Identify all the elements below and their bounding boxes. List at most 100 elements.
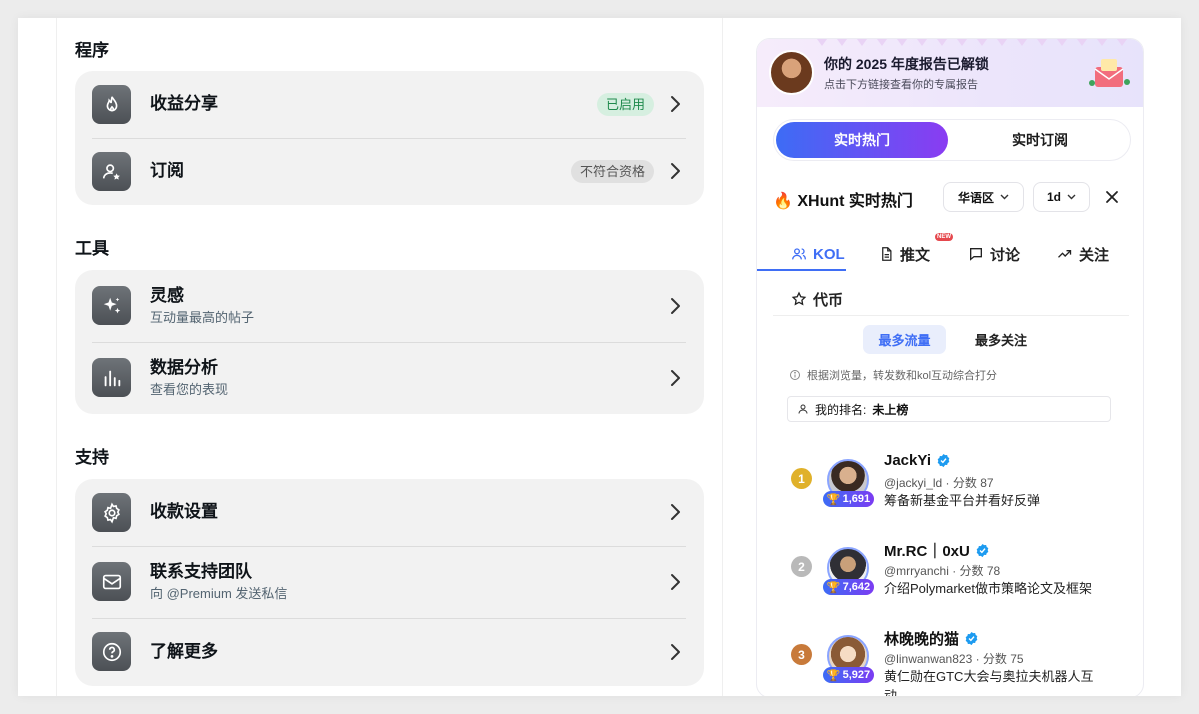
star-icon xyxy=(791,291,807,306)
row-title: 了解更多 xyxy=(150,642,218,661)
chevron-down-icon xyxy=(1000,194,1009,200)
category-tabs-row2: 代币 xyxy=(773,280,1129,320)
active-tab-indicator xyxy=(757,269,846,271)
new-badge: NEW xyxy=(935,233,953,241)
xhunt-panel: 你的 2025 年度报告已解锁 点击下方链接查看你的专属报告 实时热门 实时订阅… xyxy=(756,38,1144,696)
follower-badge: 🏆 5,927 xyxy=(823,667,874,683)
trending-icon xyxy=(1058,250,1072,258)
user-icon xyxy=(798,404,808,414)
row-subtitle: 查看您的表现 xyxy=(150,382,229,397)
row-title: 订阅 xyxy=(150,161,184,180)
tab-tweets[interactable]: 推文 NEW xyxy=(879,233,953,273)
tab-follow[interactable]: 关注 xyxy=(1056,235,1109,273)
ranking-entry[interactable]: 2 🏆 7,642 Mr.RC｜0xU @mrryanchi · 分数 78 介绍… xyxy=(757,543,1143,627)
row-subtitle: 互动量最高的帖子 xyxy=(150,310,255,325)
gear-icon xyxy=(92,493,131,532)
info-icon xyxy=(790,370,800,380)
chevron-down-icon xyxy=(1067,194,1076,200)
analytics-row[interactable]: 数据分析 查看您的表现 xyxy=(75,342,704,414)
chevron-right-icon xyxy=(671,574,680,590)
sparkle-icon xyxy=(92,286,131,325)
contact-support-row[interactable]: 联系支持团队 向 @Premium 发送私信 xyxy=(75,546,704,618)
app-window: 程序 收益分享 已启用 订阅 不符合资格 工具 灵感 互动量最高的帖子 数据分析… xyxy=(18,18,1181,696)
sort-most-follow[interactable]: 最多关注 xyxy=(957,325,1045,354)
panel-title: 🔥 XHunt 实时热门 xyxy=(773,193,913,210)
row-title: 收益分享 xyxy=(150,94,218,113)
rank-number: 3 xyxy=(791,644,812,665)
chevron-right-icon xyxy=(671,298,680,314)
envelope-gift-icon xyxy=(1089,59,1130,87)
bar-chart-icon xyxy=(92,358,131,397)
kol-description: 筹备新基金平台并看好反弹 xyxy=(884,493,1041,508)
kol-description: 介绍Polymarket做市策略论文及框架 xyxy=(884,581,1093,596)
section-title-support: 支持 xyxy=(75,448,109,467)
kol-description: 黄仁勋在GTC大会与奥拉夫机器人互动 xyxy=(884,669,1094,696)
follower-badge: 🏆 7,642 xyxy=(823,579,874,595)
rank-number: 1 xyxy=(791,468,812,489)
settings-panel: 程序 收益分享 已启用 订阅 不符合资格 工具 灵感 互动量最高的帖子 数据分析… xyxy=(56,18,723,696)
subscription-row[interactable]: 订阅 不符合资格 xyxy=(75,138,704,205)
chat-icon xyxy=(970,248,982,261)
my-rank-box: 我的排名: 未上榜 xyxy=(787,396,1111,422)
kol-handle: @linwanwan823 · 分数 75 xyxy=(884,652,1024,666)
mail-icon xyxy=(92,562,131,601)
fire-icon: 🔥 xyxy=(773,193,793,210)
divider xyxy=(773,315,1129,316)
tab-discussion[interactable]: 讨论 xyxy=(968,235,1020,273)
tab-kol[interactable]: KOL xyxy=(791,235,845,273)
row-title: 收款设置 xyxy=(150,502,218,521)
inspiration-row[interactable]: 灵感 互动量最高的帖子 xyxy=(75,270,704,342)
kol-name: 林晚晚的猫 xyxy=(884,628,979,649)
section-title-program: 程序 xyxy=(75,41,109,60)
chevron-right-icon xyxy=(671,163,680,179)
help-icon xyxy=(92,632,131,671)
row-title: 数据分析 xyxy=(150,358,218,377)
row-title: 联系支持团队 xyxy=(150,562,252,581)
trophy-icon: 🏆 xyxy=(826,581,841,594)
ranking-entry[interactable]: 1 🏆 1,691 JackYi @jackyi_ld · 分数 87 筹备新基金… xyxy=(757,452,1143,539)
verified-icon xyxy=(976,543,989,558)
avatar xyxy=(769,50,814,95)
banner-title: 你的 2025 年度报告已解锁 xyxy=(824,56,989,72)
chevron-right-icon xyxy=(671,644,680,660)
kol-handle: @mrryanchi · 分数 78 xyxy=(884,564,1001,578)
view-toggle: 实时热门 实时订阅 xyxy=(773,119,1131,161)
banner-subtitle: 点击下方链接查看你的专属报告 xyxy=(824,79,978,91)
section-title-tools: 工具 xyxy=(75,239,109,258)
chevron-right-icon xyxy=(671,96,680,112)
kol-handle: @jackyi_ld · 分数 87 xyxy=(884,476,994,490)
annual-report-banner[interactable]: 你的 2025 年度报告已解锁 点击下方链接查看你的专属报告 xyxy=(757,39,1143,107)
verified-icon xyxy=(965,631,978,646)
tab-token[interactable]: 代币 xyxy=(791,280,843,318)
close-icon[interactable] xyxy=(1103,188,1121,206)
scoring-hint: 根据浏览量，转发数和kol互动综合打分 xyxy=(789,367,997,383)
trophy-icon: 🏆 xyxy=(826,493,841,506)
period-dropdown[interactable]: 1d xyxy=(1033,182,1090,212)
tab-realtime-subscribe[interactable]: 实时订阅 xyxy=(954,122,1126,158)
flame-icon xyxy=(92,85,131,124)
ranking-entry[interactable]: 3 🏆 5,927 林晚晚的猫 @linwanwan823 · 分数 75 黄仁勋… xyxy=(757,631,1143,696)
rank-number: 2 xyxy=(791,556,812,577)
revenue-share-row[interactable]: 收益分享 已启用 xyxy=(75,71,704,138)
sort-most-traffic[interactable]: 最多流量 xyxy=(863,325,946,354)
document-icon xyxy=(882,247,892,261)
payout-settings-row[interactable]: 收款设置 xyxy=(75,479,704,546)
tools-card: 灵感 互动量最高的帖子 数据分析 查看您的表现 xyxy=(75,270,704,414)
kol-name: Mr.RC｜0xU xyxy=(884,540,990,561)
status-badge: 不符合资格 xyxy=(570,160,654,183)
bunting-decoration xyxy=(817,39,1127,46)
chevron-right-icon xyxy=(671,370,680,386)
program-card: 收益分享 已启用 订阅 不符合资格 xyxy=(75,71,704,205)
verified-icon xyxy=(937,453,950,468)
user-star-icon xyxy=(92,152,131,191)
trophy-icon: 🏆 xyxy=(826,669,841,682)
kol-name: JackYi xyxy=(884,452,951,469)
tab-realtime-hot[interactable]: 实时热门 xyxy=(776,122,948,158)
row-subtitle: 向 @Premium 发送私信 xyxy=(150,586,288,601)
chevron-right-icon xyxy=(671,504,680,520)
follower-badge: 🏆 1,691 xyxy=(823,491,874,507)
region-dropdown[interactable]: 华语区 xyxy=(943,182,1024,212)
users-icon xyxy=(792,248,806,260)
support-card: 收款设置 联系支持团队 向 @Premium 发送私信 了解更多 xyxy=(75,479,704,686)
learn-more-row[interactable]: 了解更多 xyxy=(75,618,704,686)
